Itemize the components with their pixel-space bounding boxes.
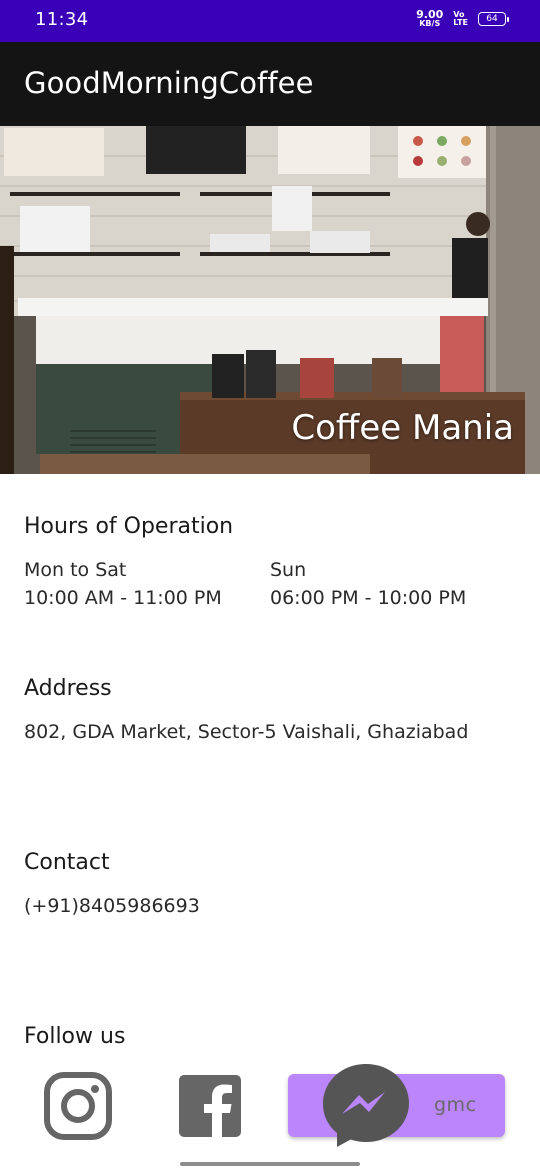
contact-phone[interactable]: (+91)8405986693 — [24, 895, 200, 917]
address-text: 802, GDA Market, Sector-5 Vaishali, Ghaz… — [24, 721, 469, 743]
contact-heading: Contact — [24, 850, 110, 875]
weekday-hours: 10:00 AM - 11:00 PM — [24, 587, 222, 609]
follow-heading: Follow us — [24, 1024, 126, 1049]
hero-title: Coffee Mania — [291, 408, 514, 448]
battery-level: 64 — [486, 14, 498, 24]
home-indicator[interactable] — [180, 1162, 360, 1166]
hero-image: Coffee Mania — [0, 126, 540, 474]
status-bar: 11:34 9.00 KB/S Vo LTE 64 — [0, 0, 540, 42]
messenger-label: gmc — [434, 1094, 477, 1116]
network-speed-unit: KB/S — [419, 19, 441, 28]
app-title: GoodMorningCoffee — [24, 66, 314, 100]
messenger-icon — [323, 1064, 409, 1147]
facebook-button[interactable] — [179, 1075, 241, 1137]
hours-heading: Hours of Operation — [24, 514, 234, 539]
weekend-label: Sun — [270, 559, 307, 581]
app-bar: GoodMorningCoffee — [0, 42, 540, 126]
address-heading: Address — [24, 676, 112, 701]
facebook-icon — [179, 1075, 241, 1137]
instagram-icon — [44, 1072, 112, 1140]
volte-icon: Vo LTE — [453, 11, 468, 27]
instagram-button[interactable] — [44, 1072, 112, 1140]
weekday-label: Mon to Sat — [24, 559, 127, 581]
status-time: 11:34 — [35, 9, 89, 30]
network-speed: 9.00 KB/S — [416, 8, 444, 28]
network-speed-value: 9.00 — [416, 8, 444, 21]
messenger-fab[interactable] — [321, 1062, 411, 1148]
battery-icon: 64 — [478, 12, 509, 26]
status-icons: 9.00 KB/S Vo LTE 64 — [416, 8, 509, 28]
weekend-hours: 06:00 PM - 10:00 PM — [270, 587, 467, 609]
volte-bottom: LTE — [453, 18, 468, 27]
